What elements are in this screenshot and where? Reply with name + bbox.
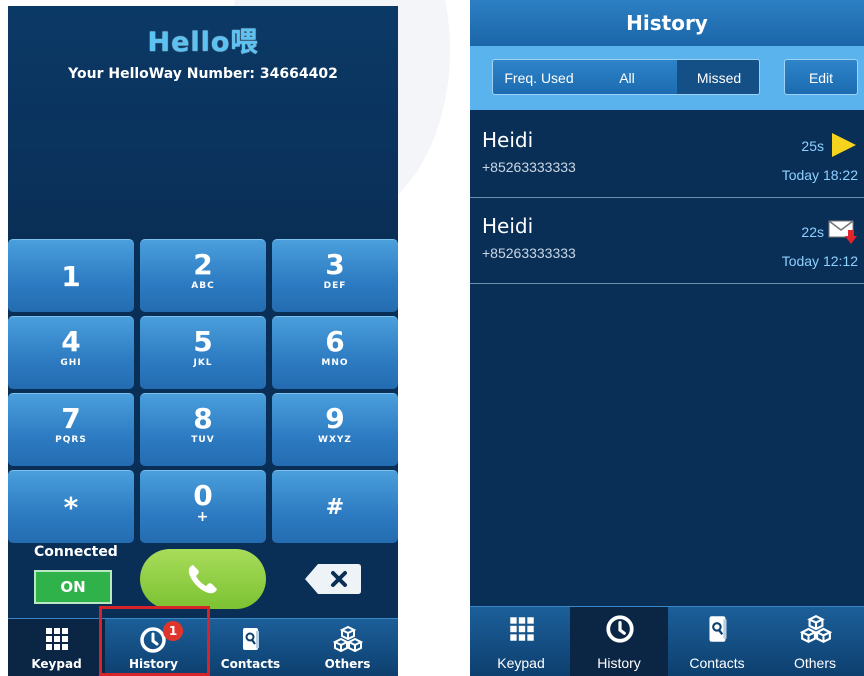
cubes-icon <box>800 615 832 643</box>
tab-others[interactable]: Others <box>766 607 864 676</box>
filter-bar: Freq. Used All Missed Edit <box>470 46 864 110</box>
grid-icon <box>46 628 68 650</box>
key-3[interactable]: 3 DEF <box>272 239 398 312</box>
grid-icon <box>510 617 534 641</box>
history-tab-highlight <box>99 606 210 676</box>
key-hash[interactable]: # <box>272 470 398 543</box>
key-letters: + <box>196 509 210 525</box>
key-7[interactable]: 7 PQRS <box>8 393 134 466</box>
contact-name: Heidi <box>482 128 534 152</box>
key-0[interactable]: 0 + <box>140 470 266 543</box>
key-digit: 1 <box>61 260 81 293</box>
history-row[interactable]: Heidi +85263333333 25s Today 18:22 <box>470 112 864 198</box>
key-letters: ABC <box>191 281 215 291</box>
key-digit: 4 <box>61 325 81 358</box>
edit-button[interactable]: Edit <box>784 59 858 95</box>
backspace-icon <box>305 564 361 594</box>
call-time: Today 12:12 <box>781 253 858 269</box>
tab-contacts[interactable]: Contacts <box>202 619 299 676</box>
connection-toggle[interactable]: ON <box>34 570 112 604</box>
history-row[interactable]: Heidi +85263333333 22s Today 12:12 <box>470 198 864 284</box>
key-letters: JKL <box>193 358 213 368</box>
contact-number: +85263333333 <box>482 159 576 175</box>
key-digit: * <box>63 491 79 524</box>
key-digit: 9 <box>325 402 345 435</box>
key-letters: WXYZ <box>318 435 352 445</box>
helloway-number: Your HelloWay Number: 34664402 <box>68 66 338 82</box>
bottom-tab-bar: Keypad History Contacts Others <box>470 606 864 676</box>
tab-label: Contacts <box>689 655 745 671</box>
connection-status-label: Connected <box>34 544 118 560</box>
phone-handset-icon <box>188 565 217 594</box>
key-letters: GHI <box>60 358 82 368</box>
filter-freq-used[interactable]: Freq. Used <box>493 60 585 94</box>
tab-keypad[interactable]: Keypad <box>8 619 105 676</box>
key-digit: # <box>325 495 345 520</box>
tab-label: Others <box>793 655 836 671</box>
key-letters: PQRS <box>55 435 87 445</box>
call-duration: 25s <box>801 138 824 154</box>
key-letters: MNO <box>321 358 349 368</box>
call-time: Today 18:22 <box>781 167 858 183</box>
call-duration: 22s <box>801 224 824 240</box>
history-filter-segmented: Freq. Used All Missed <box>492 59 760 95</box>
contacts-book-icon <box>243 628 259 650</box>
backspace-button[interactable] <box>304 562 362 596</box>
key-2[interactable]: 2 ABC <box>140 239 266 312</box>
call-button[interactable] <box>140 549 266 609</box>
history-screen: History Freq. Used All Missed Edit Heidi… <box>470 0 864 676</box>
key-6[interactable]: 6 MNO <box>272 316 398 389</box>
contacts-book-icon <box>709 616 727 642</box>
key-letters: TUV <box>191 435 215 445</box>
filter-all[interactable]: All <box>585 60 669 94</box>
clock-icon <box>606 615 634 643</box>
tab-history[interactable]: History <box>570 607 668 676</box>
key-star[interactable]: * <box>8 470 134 543</box>
voicemail-envelope-icon[interactable] <box>828 216 858 246</box>
key-letters: DEF <box>323 281 347 291</box>
key-8[interactable]: 8 TUV <box>140 393 266 466</box>
tab-label: Keypad <box>31 657 82 671</box>
key-1[interactable]: 1 <box>8 239 134 312</box>
key-digit: 3 <box>325 248 345 281</box>
key-digit: 0 <box>193 479 213 512</box>
play-icon[interactable] <box>828 130 858 160</box>
cubes-icon <box>333 625 363 653</box>
key-digit: 6 <box>325 325 345 358</box>
tab-keypad[interactable]: Keypad <box>472 607 570 676</box>
key-digit: 2 <box>193 248 213 281</box>
contact-name: Heidi <box>482 214 534 238</box>
tab-label: Keypad <box>497 655 545 671</box>
key-4[interactable]: 4 GHI <box>8 316 134 389</box>
tab-label: History <box>597 655 641 671</box>
key-5[interactable]: 5 JKL <box>140 316 266 389</box>
key-digit: 8 <box>193 402 213 435</box>
tab-others[interactable]: Others <box>299 619 396 676</box>
key-digit: 5 <box>193 325 213 358</box>
tab-label: Others <box>324 657 371 671</box>
app-logo: Hello喂 <box>147 27 259 58</box>
tab-contacts[interactable]: Contacts <box>668 607 766 676</box>
contact-number: +85263333333 <box>482 245 576 261</box>
filter-missed[interactable]: Missed <box>677 60 759 94</box>
dialer-screen: Hello喂 Your HelloWay Number: 34664402 1 … <box>8 6 398 676</box>
key-digit: 7 <box>61 402 81 435</box>
page-title: History <box>470 0 864 46</box>
key-9[interactable]: 9 WXYZ <box>272 393 398 466</box>
tab-label: Contacts <box>220 657 281 671</box>
